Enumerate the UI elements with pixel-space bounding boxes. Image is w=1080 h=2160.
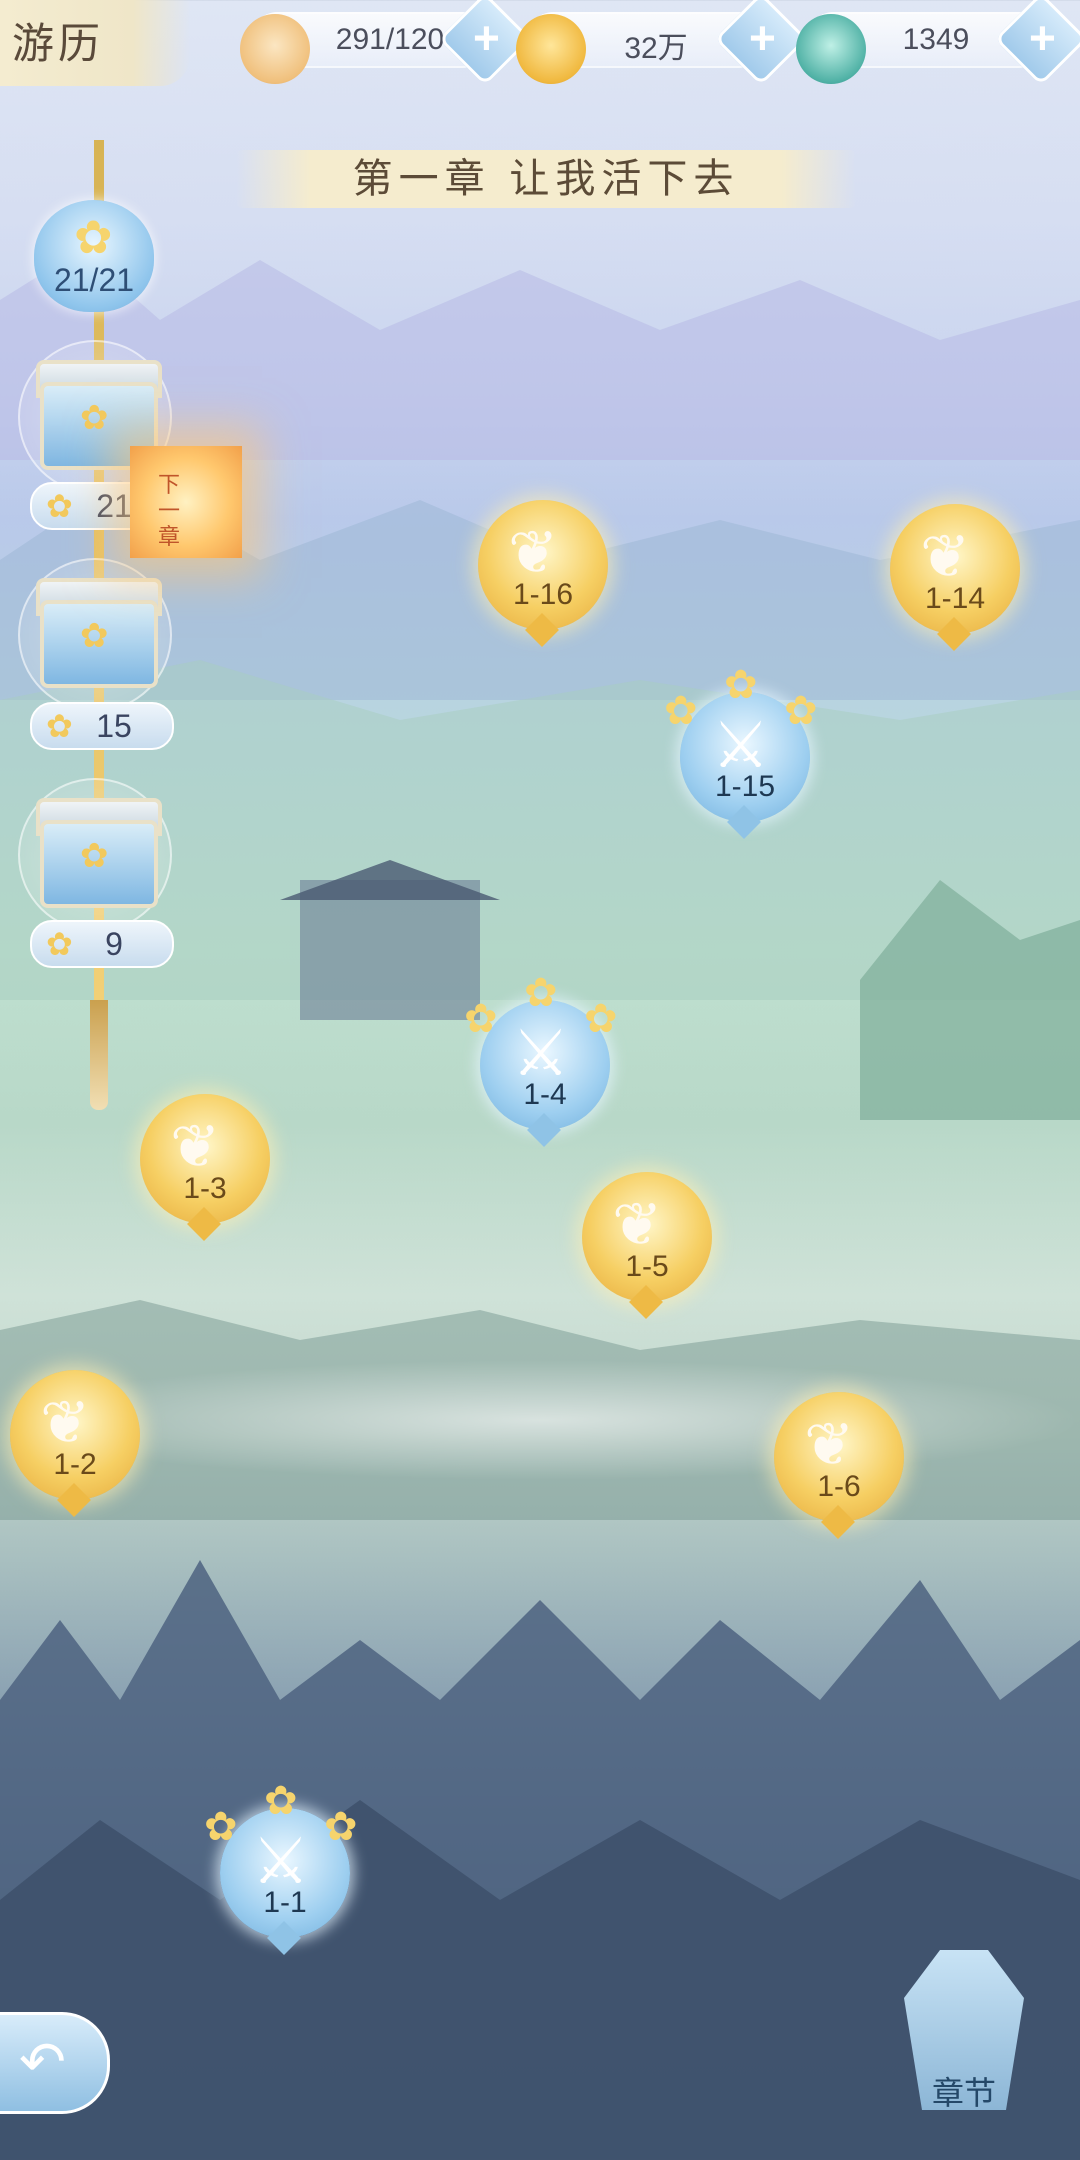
star-progress-count: 21/21 — [53, 262, 135, 298]
flower-icon: ✿ — [524, 971, 558, 1015]
jade-resource: 1349 + — [796, 0, 1080, 86]
next-chapter-label: 下一章 — [158, 472, 181, 549]
stage-node-1-14[interactable]: ❦ 1-14 — [890, 504, 1020, 654]
chest-threshold-label: ✿ 9 — [30, 920, 174, 968]
chapter-select-label: 章节 — [931, 2075, 996, 2111]
stage-node-1-6[interactable]: ❦ 1-6 — [774, 1392, 904, 1542]
flower-icon: ✿ — [74, 211, 113, 263]
flower-icon: ✿ — [46, 926, 73, 962]
flower-icon: ✿ — [204, 1805, 238, 1849]
reward-chest[interactable]: ✿ — [18, 778, 172, 932]
flower-icon: ✿ — [264, 1779, 298, 1823]
stage-label: 1-1 — [263, 1886, 307, 1919]
flower-icon: ✿ — [584, 997, 618, 1041]
flower-icon: ✿ — [46, 488, 73, 524]
stamina-resource: 291/120 + — [240, 0, 532, 86]
stage-label: 1-4 — [523, 1078, 567, 1111]
flower-icon: ✿ — [664, 689, 698, 733]
stage-label: 1-5 — [625, 1250, 669, 1283]
flower-icon: ✿ — [324, 1805, 358, 1849]
stage-node-1-5[interactable]: ❦ 1-5 — [582, 1172, 712, 1322]
stage-node-1-15[interactable]: ⚔ ✿ ✿ ✿ 1-15 — [664, 663, 818, 842]
add-gold-button[interactable]: + — [714, 0, 808, 86]
stage-node-1-3[interactable]: ❦ 1-3 — [140, 1094, 270, 1244]
stage-label: 1-6 — [817, 1470, 861, 1503]
flower-icon: ✿ — [80, 837, 109, 875]
stage-node-1-2[interactable]: ❦ 1-2 — [10, 1370, 140, 1520]
stage-label: 1-2 — [53, 1448, 97, 1481]
chest-threshold-label: ✿ 15 — [30, 702, 174, 750]
chapter-title: 第一章 让我活下去 — [352, 156, 740, 202]
stage-node-1-1[interactable]: ⚔ ✿ ✿ ✿ 1-1 — [204, 1779, 358, 1958]
flower-icon: ✿ — [784, 689, 818, 733]
stage-node-1-4[interactable]: ⚔ ✿ ✿ ✿ 1-4 — [464, 971, 618, 1150]
stage-label: 1-14 — [924, 582, 986, 615]
star-progress-bell[interactable]: ✿ 21/21 — [34, 200, 154, 312]
page-title-tab: 游历 — [0, 0, 190, 86]
tassel-ornament — [90, 1000, 108, 1110]
next-chapter-lantern[interactable]: 下一章 — [130, 446, 242, 558]
back-button[interactable]: ↶ — [0, 2012, 110, 2114]
stage-node-1-16[interactable]: ❦ 1-16 — [478, 500, 608, 650]
chapter-title-banner: 第一章 让我活下去 — [236, 150, 856, 208]
reward-chest[interactable]: ✿ — [18, 558, 172, 712]
flower-icon: ✿ — [80, 399, 109, 437]
add-jade-button[interactable]: + — [994, 0, 1080, 86]
stage-label: 1-15 — [714, 770, 776, 803]
stage-label: 1-16 — [512, 578, 574, 611]
flower-icon: ✿ — [80, 617, 109, 655]
top-bar: 游历 291/120 + 32万 + 1349 + — [0, 0, 1080, 86]
stage-label: 1-3 — [183, 1172, 227, 1205]
flower-icon: ✿ — [724, 663, 758, 707]
flower-icon: ✿ — [46, 708, 73, 744]
flower-icon: ✿ — [464, 997, 498, 1041]
back-arrow-icon: ↶ — [19, 2030, 66, 2093]
gold-resource: 32万 + — [516, 0, 808, 86]
chapter-select-button[interactable]: 章节 — [884, 1900, 1044, 2130]
page-title: 游历 — [12, 19, 105, 68]
